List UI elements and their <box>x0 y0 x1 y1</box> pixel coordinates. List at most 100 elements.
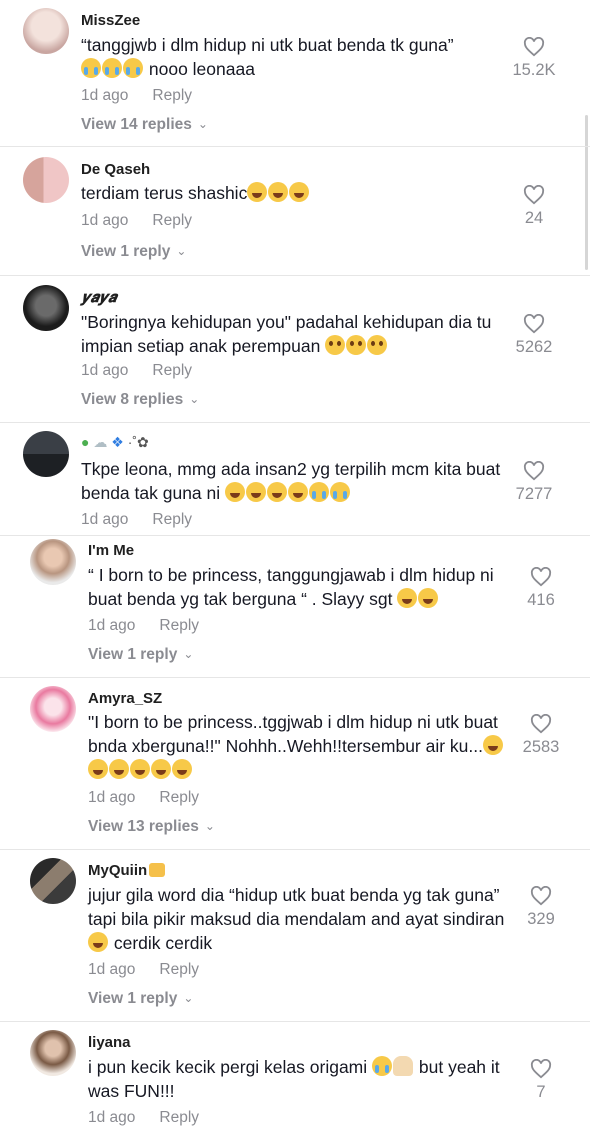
avatar[interactable] <box>30 1030 76 1076</box>
like-button[interactable]: 2583 <box>506 714 576 757</box>
comment-text: “ I born to be princess, tanggungjawab i… <box>88 565 494 609</box>
timestamp: 1d ago <box>81 511 129 528</box>
like-button[interactable]: 329 <box>506 886 576 929</box>
pleading-emoji-icon <box>346 335 367 355</box>
laughing-emoji-icon <box>289 182 310 202</box>
view-replies-button[interactable]: View 8 replies ⌄ <box>81 391 199 409</box>
butterfly-icon: ❖ <box>111 434 124 450</box>
turtle-icon: ● <box>81 434 90 450</box>
comment-text: jujur gila word dia “hidup utk buat bend… <box>88 885 505 953</box>
comment-text: "I born to be princess..tggjwab i dlm hi… <box>88 710 508 782</box>
laughing-emoji-icon <box>288 482 309 502</box>
heart-outline-icon <box>523 314 545 334</box>
view-replies-button[interactable]: View 1 reply ⌄ <box>81 243 186 261</box>
comment-text: "Boringnya kehidupan you" padahal kehidu… <box>81 312 492 356</box>
timestamp: 1d ago <box>81 362 129 379</box>
divider <box>0 146 590 147</box>
pleading-emoji-icon <box>367 335 388 355</box>
reply-button[interactable]: Reply <box>159 617 199 634</box>
heart-outline-icon <box>523 461 545 481</box>
rofl-emoji-icon <box>88 759 108 779</box>
comment-meta: 1d ago Reply <box>81 362 192 380</box>
username[interactable]: MissZee <box>81 12 140 29</box>
chevron-down-icon: ⌄ <box>204 819 215 833</box>
like-count: 5262 <box>515 338 553 356</box>
username[interactable]: Amyra_SZ <box>88 690 162 707</box>
rofl-emoji-icon <box>130 759 150 779</box>
view-replies-button[interactable]: View 14 replies ⌄ <box>81 116 208 134</box>
username[interactable]: 𝒚𝒂𝒚𝒂 <box>81 289 116 306</box>
crying-emoji-icon <box>123 58 143 78</box>
like-button[interactable]: 24 <box>499 185 569 228</box>
like-button[interactable]: 416 <box>506 567 576 610</box>
heart-outline-icon <box>530 1059 552 1079</box>
heart-outline-icon <box>530 714 552 734</box>
laughing-emoji-icon <box>418 588 439 608</box>
comment-text: Tkpe leona, mmg ada insan2 yg terpilih m… <box>81 459 501 503</box>
like-count: 24 <box>524 209 544 227</box>
divider <box>0 535 590 536</box>
reply-button[interactable]: Reply <box>159 1109 199 1126</box>
avatar[interactable] <box>23 157 69 203</box>
heart-outline-icon <box>523 185 545 205</box>
username[interactable]: MyQuiin <box>88 862 166 879</box>
like-button[interactable]: 7 <box>506 1059 576 1102</box>
like-button[interactable]: 5262 <box>499 314 569 357</box>
like-button[interactable]: 7277 <box>499 461 569 504</box>
reply-button[interactable]: Reply <box>159 789 199 806</box>
avatar[interactable] <box>23 431 69 477</box>
username[interactable]: liyana <box>88 1034 131 1051</box>
like-count: 15.2K <box>512 61 556 79</box>
username[interactable]: I'm Me <box>88 542 134 559</box>
view-replies-button[interactable]: View 1 reply ⌄ <box>88 990 193 1008</box>
reply-button[interactable]: Reply <box>159 961 199 978</box>
username[interactable]: De Qaseh <box>81 161 150 178</box>
chevron-down-icon: ⌄ <box>189 392 200 406</box>
comment-meta: 1d ago Reply <box>81 87 192 105</box>
chevron-down-icon: ⌄ <box>176 244 187 258</box>
reply-button[interactable]: Reply <box>152 87 192 104</box>
avatar[interactable] <box>30 686 76 732</box>
like-count: 329 <box>527 910 555 928</box>
reply-button[interactable]: Reply <box>152 511 192 528</box>
laughing-emoji-icon <box>397 588 418 608</box>
timestamp: 1d ago <box>81 212 129 229</box>
crying-emoji-icon <box>330 482 351 502</box>
chevron-down-icon: ⌄ <box>183 991 194 1005</box>
heart-outline-icon <box>530 567 552 587</box>
comment-text: “tanggjwb i dlm hidup ni utk buat benda … <box>81 35 454 79</box>
divider <box>0 677 590 678</box>
reply-button[interactable]: Reply <box>152 212 192 229</box>
comment-text: terdiam terus shashic <box>81 181 501 205</box>
rofl-emoji-icon <box>88 932 108 952</box>
scrollbar[interactable] <box>585 115 588 270</box>
like-count: 416 <box>527 591 555 609</box>
chevron-down-icon: ⌄ <box>197 117 208 131</box>
like-count: 2583 <box>522 738 560 756</box>
view-replies-button[interactable]: View 13 replies ⌄ <box>88 818 215 836</box>
pleading-emoji-icon <box>325 335 346 355</box>
like-button[interactable]: 15.2K <box>499 37 569 80</box>
reply-button[interactable]: Reply <box>152 362 192 379</box>
like-count: 7 <box>536 1083 546 1101</box>
comment-meta: 1d ago Reply <box>88 961 199 979</box>
rofl-emoji-icon <box>483 735 503 755</box>
avatar[interactable] <box>30 539 76 585</box>
comment-text: i pun kecik kecik pergi kelas origami bu… <box>88 1056 500 1101</box>
comment-meta: 1d ago Reply <box>81 212 192 230</box>
heart-outline-icon <box>530 886 552 906</box>
crying-emoji-icon <box>102 58 122 78</box>
timestamp: 1d ago <box>81 87 129 104</box>
rofl-emoji-icon <box>172 759 192 779</box>
timestamp: 1d ago <box>88 961 136 978</box>
username-decorative[interactable]: ● ☁ ❖ ·˚✿ <box>81 434 149 451</box>
laughing-emoji-icon <box>246 482 267 502</box>
timestamp: 1d ago <box>88 617 136 634</box>
laughing-emoji-icon <box>225 482 246 502</box>
view-replies-button[interactable]: View 1 reply ⌄ <box>88 646 193 664</box>
laughing-emoji-icon <box>247 182 268 202</box>
avatar[interactable] <box>23 8 69 54</box>
avatar[interactable] <box>23 285 69 331</box>
avatar[interactable] <box>30 858 76 904</box>
like-count: 7277 <box>515 485 553 503</box>
